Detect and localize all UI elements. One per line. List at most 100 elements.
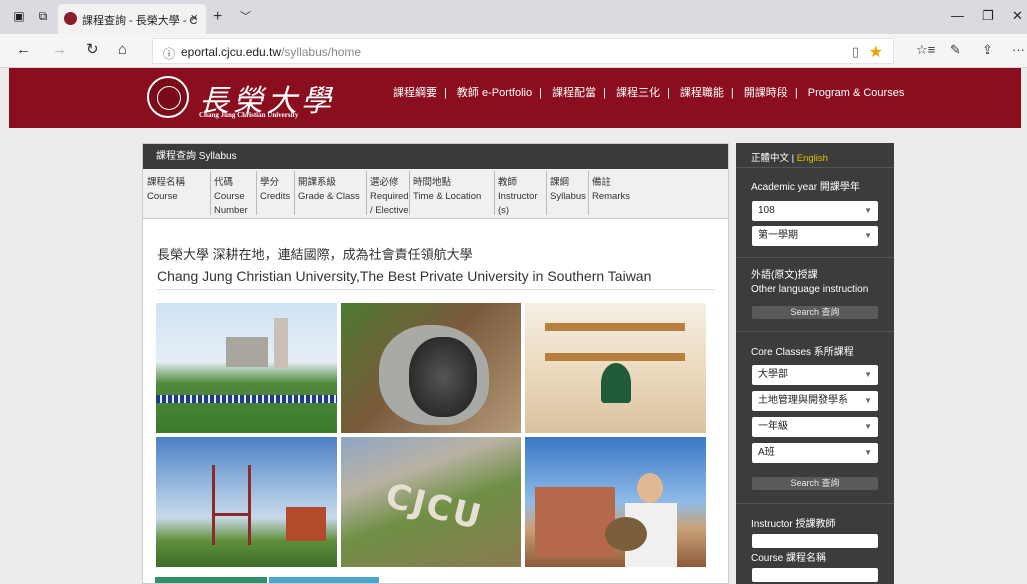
campus-field-photo <box>156 303 337 433</box>
close-window-icon[interactable]: ✕ <box>1012 8 1023 24</box>
site-header: 長榮大學 Chang Jung Christian University 課程綱… <box>9 68 1021 128</box>
college-select[interactable]: 大學部 ▼ <box>752 365 878 385</box>
search-sidebar: 正體中文 | English Academic year 開課學年 108 ▼ 第… <box>736 143 894 584</box>
department-select[interactable]: 土地管理與開發學系 ▼ <box>752 391 878 411</box>
reading-view-icon[interactable]: ▯ <box>852 44 859 60</box>
academic-year-label: Academic year 開課學年 <box>751 182 860 193</box>
restore-icon[interactable]: ❐ <box>982 8 994 24</box>
nav-course-allocation[interactable]: 課程配當 <box>552 87 596 99</box>
year-select[interactable]: 108 ▼ <box>752 201 878 221</box>
year-select-value: 108 <box>758 205 775 216</box>
col-divider <box>546 171 547 215</box>
college-select-value: 大學部 <box>758 369 788 380</box>
divider <box>736 167 894 168</box>
back-icon[interactable]: ← <box>16 42 31 58</box>
col-divider <box>256 171 257 215</box>
new-tab-icon[interactable]: + <box>213 8 222 26</box>
bottom-tab-blue[interactable] <box>269 577 379 583</box>
divider <box>736 503 894 504</box>
col-time-location: 時間地點 Time & Location <box>413 177 482 202</box>
course-label: Course 課程名稱 <box>751 553 827 564</box>
nav-course-three[interactable]: 課程三化 <box>616 87 660 99</box>
slogan-english: Chang Jung Christian University,The Best… <box>157 268 652 284</box>
grade-select[interactable]: 一年級 ▼ <box>752 417 878 437</box>
forward-icon[interactable]: → <box>52 42 67 58</box>
address-bar[interactable]: ⓘ eportal.cjcu.edu.tw/syllabus/home ▯ ★ <box>152 38 894 64</box>
table-header: 課程名稱 Course 代碼 Course Number 學分 Credits … <box>143 169 728 219</box>
col-course-number: 代碼 Course Number <box>214 177 248 216</box>
university-seal-logo[interactable] <box>147 76 189 118</box>
panel-title: 課程查詢 Syllabus <box>143 144 728 169</box>
tab-title: 課程查詢 - 長榮大學 - C <box>82 15 198 27</box>
other-language-label-en: Other language instruction <box>751 284 869 295</box>
nav-course-competency[interactable]: 課程職能 <box>680 87 724 99</box>
syllabus-panel: 課程查詢 Syllabus 課程名稱 Course 代碼 Course Numb… <box>142 143 729 584</box>
chevron-down-icon: ▼ <box>864 231 872 240</box>
language-switch: 正體中文 | English <box>751 150 828 164</box>
chevron-down-icon: ▼ <box>864 396 872 405</box>
divider <box>736 331 894 332</box>
semester-select-value: 第一學期 <box>758 230 798 241</box>
col-credits: 學分 Credits <box>260 177 291 202</box>
chevron-down-icon: ▼ <box>864 370 872 379</box>
more-options-icon[interactable]: ··· <box>1012 42 1025 58</box>
minimize-icon[interactable]: — <box>951 8 964 23</box>
lang-en-link[interactable]: English <box>797 153 828 164</box>
other-language-label-cn: 外語(原文)授課 <box>751 270 818 281</box>
bottom-tab-green[interactable] <box>155 577 267 583</box>
col-divider <box>366 171 367 215</box>
chevron-down-icon: ▼ <box>864 422 872 431</box>
core-classes-search-button[interactable]: Search 查詢 <box>752 477 878 490</box>
other-language-search-button[interactable]: Search 查詢 <box>752 306 878 319</box>
nav-program-courses[interactable]: Program & Courses <box>808 87 905 99</box>
col-divider <box>294 171 295 215</box>
favorites-list-icon[interactable]: ☆≡ <box>916 42 935 58</box>
favorite-star-icon[interactable]: ★ <box>869 42 883 62</box>
nav-syllabus[interactable]: 課程綱要 <box>393 87 437 99</box>
divider <box>736 257 894 258</box>
col-divider <box>409 171 410 215</box>
close-tab-icon[interactable]: × <box>190 10 198 25</box>
url-text: eportal.cjcu.edu.tw/syllabus/home <box>181 45 362 59</box>
col-instructor: 教師 Instructor (s) <box>498 177 538 216</box>
col-course: 課程名稱 Course <box>147 177 186 202</box>
course-input[interactable] <box>752 568 878 582</box>
nav-eportfolio[interactable]: 教師 e-Portfolio <box>457 87 532 99</box>
browser-tab[interactable]: 課程查詢 - 長榮大學 - C × <box>58 4 206 34</box>
rugby-field-photo <box>156 437 337 567</box>
site-info-icon[interactable]: ⓘ <box>163 45 175 62</box>
aerial-cjcu-photo: CJCU <box>341 437 521 567</box>
tab-list-chevron-icon[interactable]: ﹀ <box>240 8 251 24</box>
semester-select[interactable]: 第一學期 ▼ <box>752 226 878 246</box>
col-divider <box>210 171 211 215</box>
campus-stone-photo <box>341 303 521 433</box>
lang-separator: | <box>791 153 795 164</box>
grade-select-value: 一年級 <box>758 421 788 432</box>
instructor-input[interactable] <box>752 534 878 548</box>
chevron-down-icon: ▼ <box>864 448 872 457</box>
tab-actions-icon[interactable]: ▣ <box>12 9 26 23</box>
refresh-icon[interactable]: ↻ <box>86 42 99 58</box>
divider <box>157 289 715 290</box>
col-divider <box>494 171 495 215</box>
department-select-value: 土地管理與開發學系 <box>758 395 848 406</box>
lang-zh-link[interactable]: 正體中文 <box>751 153 789 164</box>
class-select-value: A班 <box>758 447 775 458</box>
site-favicon-icon <box>64 12 77 25</box>
browser-tab-bar: ▣ ⧉ 課程查詢 - 長榮大學 - C × + ﹀ — ❐ ✕ <box>0 0 1027 34</box>
library-interior-photo <box>525 303 706 433</box>
instructor-label: Instructor 授課教師 <box>751 519 836 530</box>
pen-notes-icon[interactable]: ✎ <box>950 42 961 58</box>
tab-preview-icon[interactable]: ⧉ <box>36 9 50 23</box>
slogan-chinese: 長榮大學 深耕在地，連結國際，成為社會責任領航大學 <box>157 247 473 262</box>
browser-nav-bar: ← → ↻ ⌂ ⓘ eportal.cjcu.edu.tw/syllabus/h… <box>0 34 1027 68</box>
logo-english-name: Chang Jung Christian University <box>199 111 299 119</box>
core-classes-label: Core Classes 系所課程 <box>751 347 854 358</box>
col-required-elective: 選必修 Required / Elective <box>370 177 409 216</box>
share-icon[interactable]: ⇪ <box>982 42 993 58</box>
col-grade-class: 開課系級 Grade & Class <box>298 177 360 202</box>
home-icon[interactable]: ⌂ <box>118 42 127 58</box>
class-select[interactable]: A班 ▼ <box>752 443 878 463</box>
nav-course-time[interactable]: 開課時段 <box>744 87 788 99</box>
chevron-down-icon: ▼ <box>864 206 872 215</box>
